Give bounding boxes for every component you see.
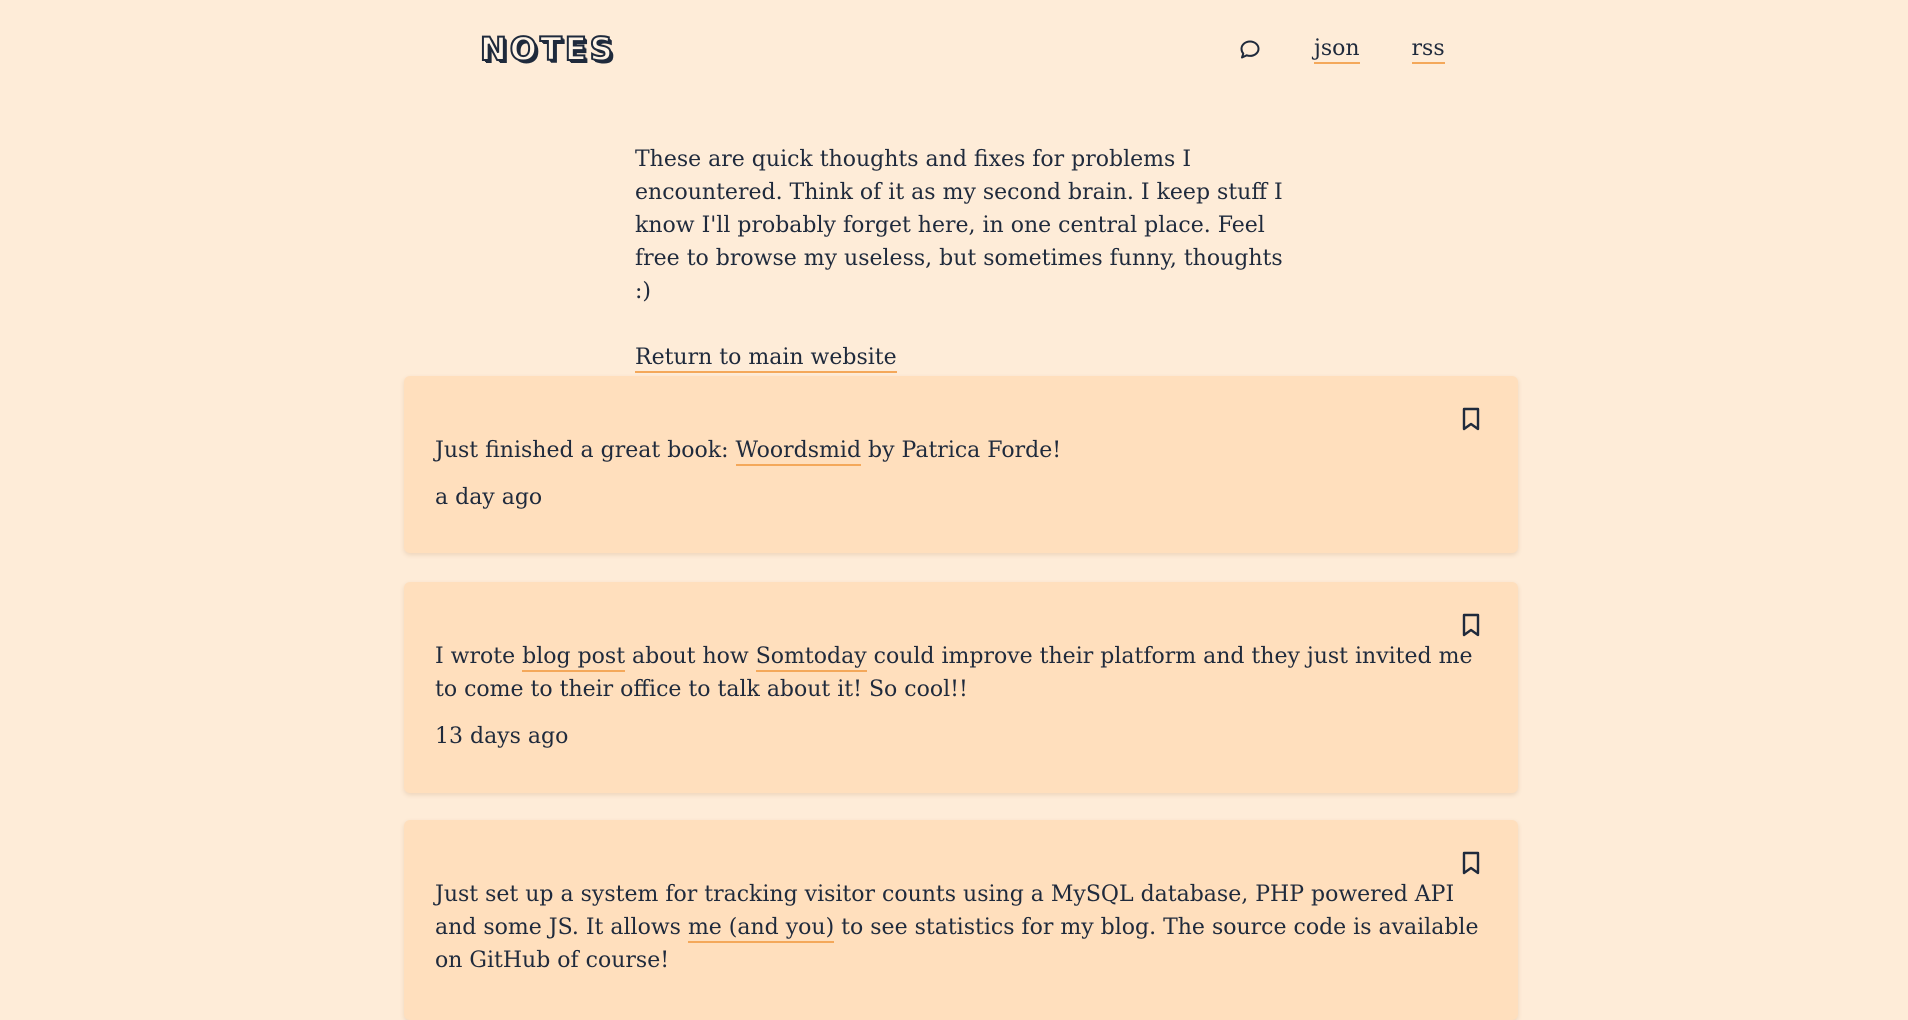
top-nav: json rss (1238, 36, 1445, 64)
blog-post-link[interactable]: blog post (522, 644, 626, 672)
note-text: Just finished a great book: Woordsmid by… (435, 376, 1486, 467)
book-link[interactable]: Woordsmid (735, 438, 862, 466)
bookmark-icon[interactable] (1460, 612, 1482, 638)
bookmark-icon[interactable] (1460, 850, 1482, 876)
statistics-link[interactable]: me (and you) (687, 915, 835, 943)
intro-text: These are quick thoughts and fixes for p… (635, 147, 1283, 304)
note-text: I wrote blog post about how Somtoday cou… (435, 644, 1473, 702)
note-timestamp: a day ago (435, 485, 543, 510)
intro-section: These are quick thoughts and fixes for p… (635, 143, 1295, 374)
site-logo[interactable]: NOTES (479, 29, 616, 69)
note-card: Just finished a great book: Woordsmid by… (404, 376, 1518, 553)
json-link[interactable]: json (1314, 36, 1360, 64)
note-text: Just set up a system for tracking visito… (435, 882, 1479, 973)
somtoday-link[interactable]: Somtoday (755, 644, 867, 672)
search-icon[interactable] (1238, 38, 1262, 62)
note-card: I wrote blog post about how Somtoday cou… (404, 582, 1518, 793)
note-timestamp: 13 days ago (435, 724, 569, 749)
bookmark-icon[interactable] (1460, 406, 1482, 432)
rss-link[interactable]: rss (1411, 36, 1445, 64)
return-to-main-link[interactable]: Return to main website (635, 345, 897, 373)
site-header: NOTES json rss (0, 0, 1908, 100)
note-card: Just set up a system for tracking visito… (404, 820, 1518, 1020)
